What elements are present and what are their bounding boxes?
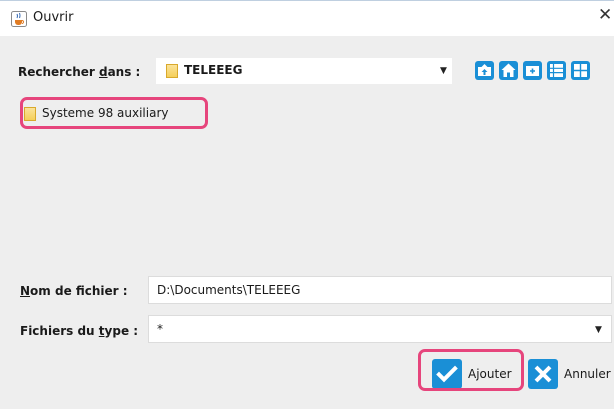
home-button[interactable]	[499, 61, 518, 80]
cancel-button[interactable]: Annuler	[528, 359, 614, 391]
up-one-level-button[interactable]	[475, 61, 494, 80]
grid-icon	[571, 61, 590, 80]
folder-icon	[166, 64, 178, 78]
look-in-value: TELEEEG	[184, 63, 243, 77]
highlight-annotation	[418, 349, 524, 391]
cancel-button-label: Annuler	[564, 367, 611, 381]
look-in-combobox[interactable]: TELEEEG ▼	[156, 58, 452, 84]
file-name-value: D:\Documents\TELEEEG	[157, 283, 301, 297]
file-name-field[interactable]: D:\Documents\TELEEEG	[148, 276, 612, 304]
file-type-label: Fichiers du type :	[20, 324, 139, 338]
file-name-label: Nom de fichier :	[20, 284, 128, 298]
chevron-down-icon[interactable]: ▼	[440, 66, 447, 76]
chevron-down-icon[interactable]: ▼	[595, 325, 602, 335]
title-bar: Ouvrir ✕	[0, 0, 614, 36]
list-icon	[547, 61, 566, 80]
close-icon[interactable]: ✕	[598, 5, 612, 25]
up-folder-icon	[475, 61, 494, 80]
file-type-select[interactable]: * ▼	[148, 315, 612, 343]
highlight-annotation	[20, 97, 208, 129]
new-folder-button[interactable]	[523, 61, 542, 80]
new-folder-icon	[523, 61, 542, 80]
x-icon	[528, 359, 558, 389]
list-view-button[interactable]	[547, 61, 566, 80]
window-title: Ouvrir	[33, 10, 74, 25]
file-type-value: *	[157, 322, 163, 336]
java-cup-icon	[11, 11, 27, 27]
dialog-body: Rechercher dans : TELEEEG ▼ Systeme 98 a…	[0, 36, 614, 409]
details-view-button[interactable]	[571, 61, 590, 80]
look-in-label: Rechercher dans :	[18, 65, 141, 79]
home-icon	[499, 61, 518, 80]
